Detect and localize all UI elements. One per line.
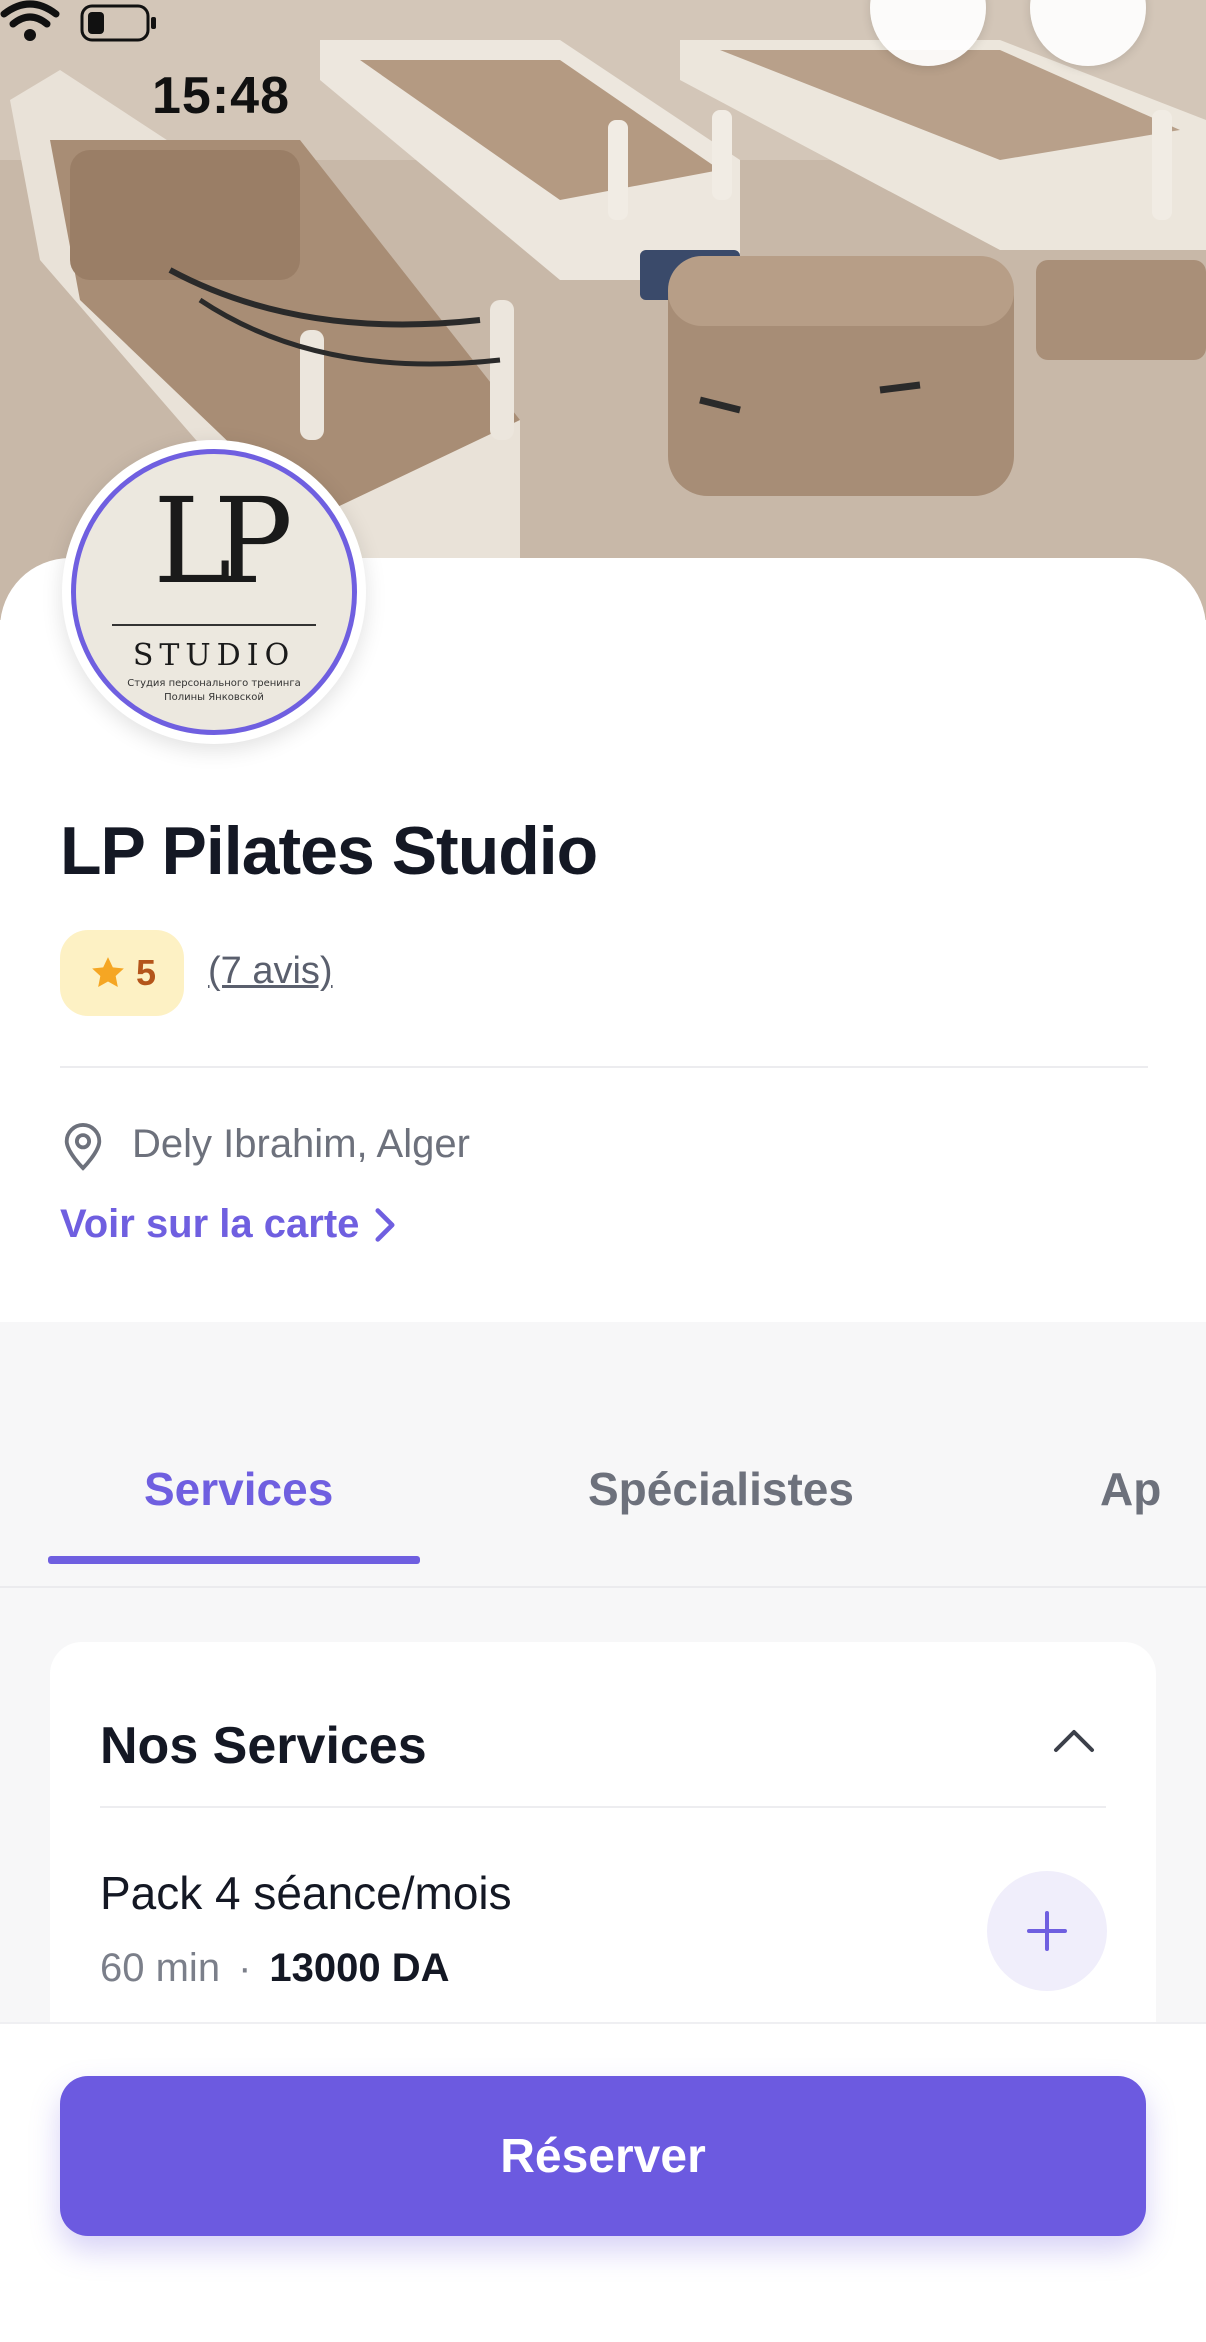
tab-specialists[interactable]: Spécialistes [588,1462,854,1516]
chevron-up-icon[interactable] [1052,1726,1096,1756]
location-pin-icon [64,1123,102,1171]
status-icons [0,0,156,42]
studio-avatar: LP STUDIO Студия персонального тренинга … [62,440,366,744]
logo-monogram: LP [153,472,293,610]
battery-icon [80,4,156,42]
meta-separator: · [238,1946,252,1990]
view-on-map-link[interactable]: Voir sur la carte [60,1202,397,1247]
tab-services[interactable]: Services [144,1462,333,1516]
services-card-content: Nos Services Pack 4 séance/mois 60 min ·… [50,1642,1156,2022]
tab-partial[interactable]: Ap [1100,1462,1161,1516]
logo-subtitle-line1: Студия персонального тренинга [127,678,301,689]
reserve-button[interactable]: Réserver [60,2076,1146,2236]
plus-icon [1027,1911,1067,1951]
bottom-action-bar: Réserver [0,2022,1206,2342]
reviews-link[interactable]: (7 avis) [208,950,333,993]
service-meta: 60 min · 13000 DA [100,1946,450,1991]
card-divider [100,1806,1106,1808]
logo-word: STUDIO [132,638,296,673]
studio-name: LP Pilates Studio [60,813,598,889]
service-name: Pack 4 séance/mois [100,1867,512,1919]
status-time: 15:48 [152,67,290,125]
view-on-map-label: Voir sur la carte [60,1202,360,1246]
studio-logo: LP STUDIO Студия персонального тренинга … [71,449,357,735]
star-icon [92,957,124,987]
chevron-right-icon [375,1207,395,1242]
service-duration: 60 min [100,1946,221,1990]
service-price: 13000 DA [269,1946,450,1990]
services-title: Nos Services [100,1717,427,1775]
wifi-icon [0,0,60,41]
location-text: Dely Ibrahim, Alger [132,1122,470,1166]
logo-divider [112,624,316,626]
logo-subtitle-line2: Полины Янковской [164,692,264,703]
rating-value: 5 [135,952,157,993]
active-tab-indicator [48,1556,420,1564]
rating-badge: 5 [60,930,184,1016]
add-service-button[interactable] [987,1871,1107,1991]
info-divider [60,1066,1148,1068]
tab-bar: Services Spécialistes Ap [0,1322,1206,1588]
